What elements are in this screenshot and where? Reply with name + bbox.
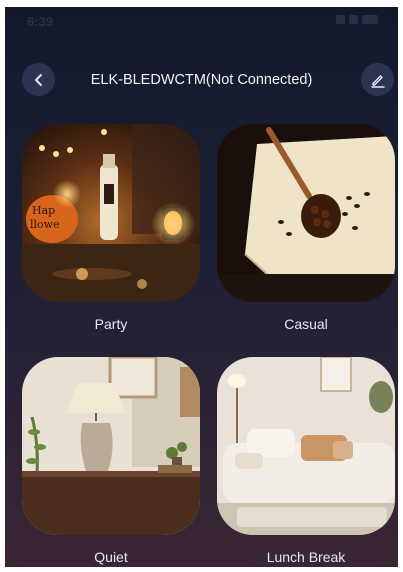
casual-photo [217,124,395,302]
wifi-icon [349,15,358,24]
scene-card-lunch-break[interactable]: Lunch Break [217,357,395,565]
svg-text:llowe: llowe [30,218,60,231]
quiet-photo [22,357,200,535]
status-time: 6:39 [27,14,54,29]
app-screen: 6:39 ELK-BLEDWCTM(Not Connected) Hap llo… [5,7,398,567]
back-button[interactable] [22,63,55,96]
chevron-left-icon [34,73,42,86]
battery-icon [362,15,378,24]
scene-card-casual[interactable]: Casual [217,124,395,332]
signal-icon [336,15,345,24]
scene-label-quiet: Quiet [94,549,128,565]
svg-text:Hap: Hap [32,204,55,217]
scene-label-lunch-break: Lunch Break [266,549,346,565]
scene-label-casual: Casual [284,316,328,332]
edit-button[interactable] [361,63,394,96]
scene-card-party[interactable]: Hap llowe Party [22,124,200,332]
status-icons [336,15,378,24]
scene-image-party[interactable]: Hap llowe [22,124,200,302]
lunch-break-photo [217,357,395,535]
status-bar: 6:39 [5,7,398,33]
header: ELK-BLEDWCTM(Not Connected) [5,59,398,99]
scene-image-quiet[interactable] [22,357,200,535]
scene-image-casual[interactable] [217,124,395,302]
party-photo: Hap llowe [22,124,200,302]
scene-card-quiet[interactable]: Quiet [22,357,200,565]
pencil-icon [370,74,385,88]
device-title: ELK-BLEDWCTM(Not Connected) [90,72,313,88]
scene-label-party: Party [94,316,128,332]
scene-image-lunch-break[interactable] [217,357,395,535]
